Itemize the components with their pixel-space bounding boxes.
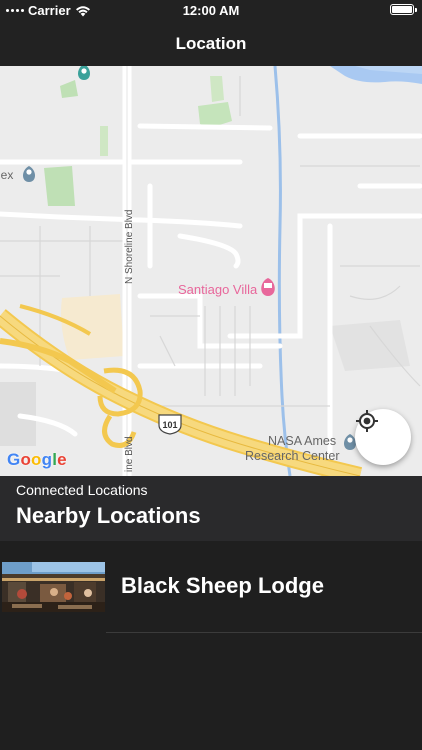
location-target-icon — [356, 410, 378, 432]
route-101-shield: 101 — [158, 414, 182, 435]
map-pin-icon — [23, 166, 35, 182]
map-view[interactable]: 101 N Shoreline Blvd ine Blvd lex Santia… — [0, 66, 422, 476]
svg-text:101: 101 — [162, 420, 177, 430]
location-thumbnail — [2, 562, 105, 612]
section-title: Nearby Locations — [16, 503, 201, 528]
section-subtitle: Connected Locations — [16, 482, 148, 498]
status-bar: Carrier 12:00 AM — [0, 0, 422, 22]
battery-icon — [390, 4, 417, 15]
road-label-shoreline: N Shoreline Blvd — [124, 210, 135, 284]
road-label-shoreline-bottom: ine Blvd — [124, 436, 135, 472]
section-header: Connected Locations Nearby Locations — [0, 476, 422, 541]
row-divider — [106, 632, 422, 633]
poi-label-left: lex — [0, 168, 13, 182]
map-pin-icon-top — [78, 66, 90, 80]
poi-label-nasa-1: NASA Ames — [268, 434, 336, 448]
poi-label-nasa-2: Research Center — [245, 449, 340, 463]
status-time: 12:00 AM — [182, 3, 240, 18]
page-title: Location — [175, 34, 247, 53]
google-logo: Google — [7, 450, 67, 469]
poi-label-santiago: Santiago Villa — [178, 282, 258, 297]
list-item[interactable]: Black Sheep Lodge — [0, 541, 422, 633]
hotel-pin-icon — [261, 278, 275, 296]
locations-list: Black Sheep Lodge — [0, 541, 422, 750]
nav-bar: Location — [0, 22, 422, 66]
my-location-button[interactable] — [355, 409, 411, 465]
location-name: Black Sheep Lodge — [121, 573, 324, 598]
